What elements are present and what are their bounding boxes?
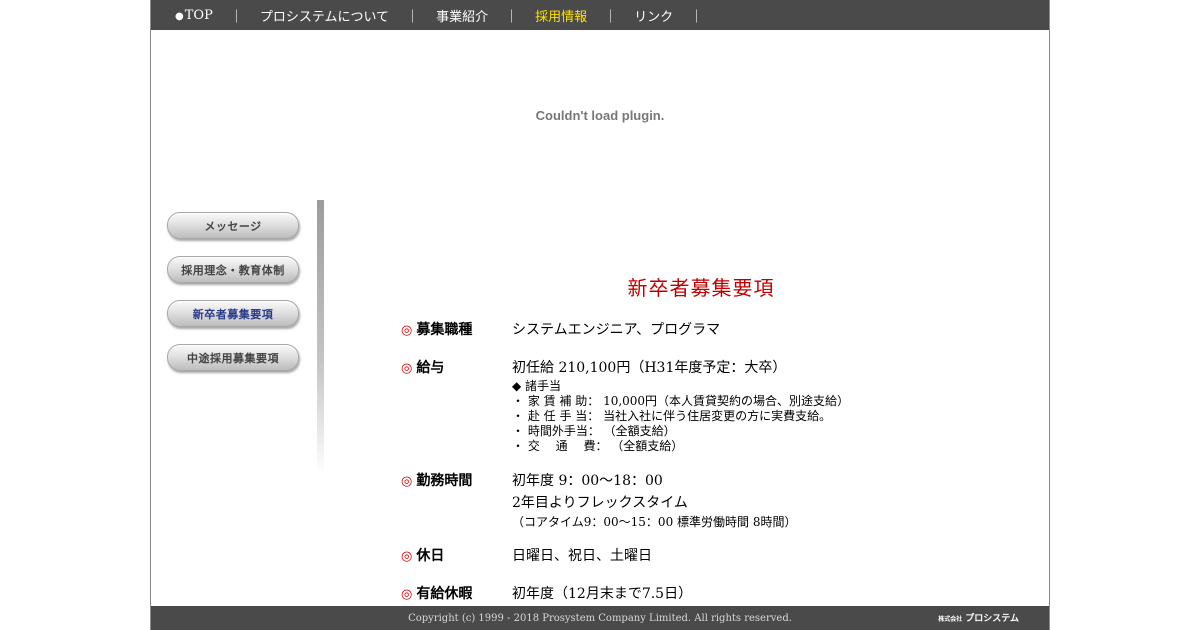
nav-item-top[interactable]: ●TOP [175, 8, 213, 23]
nav-separator: ｜ [229, 9, 243, 25]
side-button-mid-career[interactable]: 中途採用募集要項 [167, 344, 299, 371]
bullseye-icon: ◎ [401, 360, 413, 376]
row-value: 日曜日、祝日、土曜日 [512, 548, 652, 564]
nav-item-business[interactable]: 事業紹介 [436, 6, 488, 25]
footer: Copyright (c) 1999 - 2018 Prosystem Comp… [151, 606, 1049, 630]
nav-separator: ｜ [690, 9, 704, 25]
nav-item-about[interactable]: プロシステムについて [260, 6, 389, 25]
side-button-philosophy[interactable]: 採用理念・教育体制 [167, 256, 299, 283]
plugin-area[interactable]: Couldn't load plugin. [151, 30, 1049, 200]
side-button-message[interactable]: メッセージ [167, 212, 299, 239]
allowances-heading: ◆ 諸手当 [512, 379, 562, 393]
row-label: ◎ 勤務時間 [401, 473, 473, 489]
row-label: ◎ 有給休暇 [401, 586, 473, 602]
bullseye-icon: ◎ [401, 586, 413, 602]
nav-separator: ｜ [406, 9, 420, 25]
bullseye-icon: ◎ [401, 548, 413, 564]
page-title: 新卒者募集要項 [627, 276, 775, 300]
company-logo: 株式会社 プロシステム [938, 614, 1019, 624]
row-value: 初年度 9：00～18：00 2年目よりフレックスタイム （コアタイム9：00～… [512, 470, 992, 530]
page-frame: ●TOP ｜ プロシステムについて ｜ 事業紹介 ｜ 採用情報 ｜ リンク ｜ … [150, 0, 1050, 630]
copyright-text: Copyright (c) 1999 - 2018 Prosystem Comp… [408, 612, 792, 624]
row-value: システムエンジニア、プログラマ [512, 322, 721, 338]
allowance-item: ・ 家 賃 補 助： 10,000円（本人賃貸契約の場合、別途支給） [512, 394, 850, 408]
row-value: 初年度（12月末まで7.5日） [512, 586, 693, 602]
allowance-item: ・ 赴 任 手 当： 当社入社に伴う住居変更の方に実費支給。 [512, 409, 832, 423]
bullseye-icon: ◎ [401, 473, 413, 489]
core-time-note: （コアタイム9：00～15：00 標準労働時間 8時間） [512, 515, 797, 529]
allowance-item: ・ 交 通 費： （全額支給） [512, 439, 684, 453]
nav-item-recruit[interactable]: 採用情報 [535, 6, 587, 25]
nav-separator: ｜ [604, 9, 618, 25]
row-value: 初任給 210,100円（H31年度予定：大卒） ◆ 諸手当 ・ 家 賃 補 助… [512, 357, 992, 454]
row-label: ◎ 休日 [401, 548, 445, 564]
allowance-item: ・ 時間外手当： （全額支給） [512, 424, 676, 438]
nav-item-links[interactable]: リンク [634, 6, 673, 25]
nav-separator: ｜ [505, 9, 519, 25]
row-label: ◎ 給与 [401, 360, 445, 376]
plugin-error-message: Couldn't load plugin. [535, 108, 665, 123]
side-button-new-grad[interactable]: 新卒者募集要項 [167, 300, 299, 327]
bullet-icon: ● [175, 10, 184, 22]
sidebar-divider [317, 200, 324, 475]
row-label: ◎ 募集職種 [401, 322, 473, 338]
bullseye-icon: ◎ [401, 322, 413, 338]
top-nav: ●TOP ｜ プロシステムについて ｜ 事業紹介 ｜ 採用情報 ｜ リンク ｜ [151, 0, 1049, 30]
